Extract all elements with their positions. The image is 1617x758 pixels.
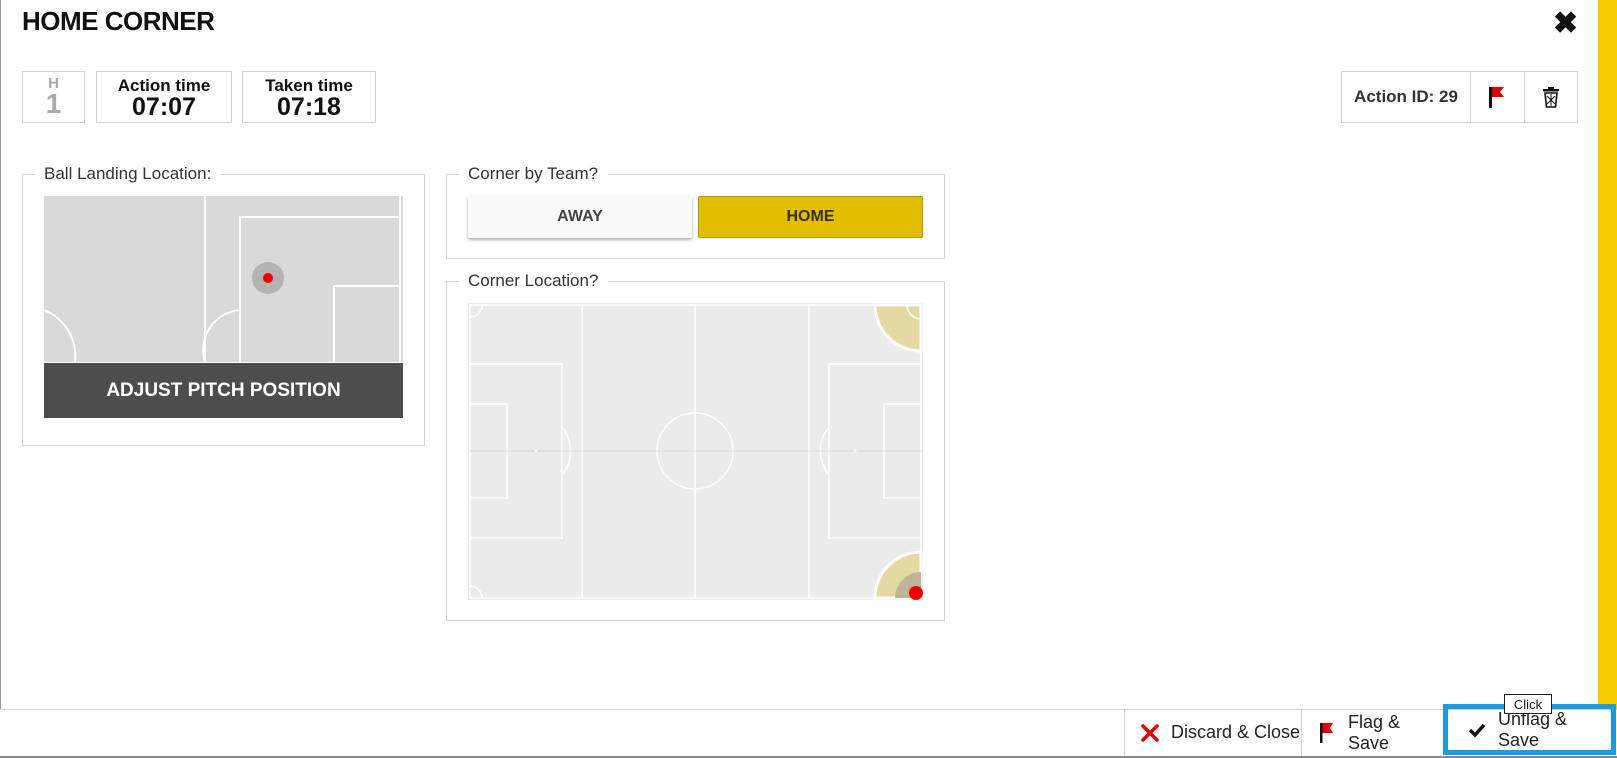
corner-team-legend: Corner by Team? xyxy=(468,164,599,183)
action-time-value: 07:07 xyxy=(132,93,196,121)
half-indicator: H 1 xyxy=(22,71,85,123)
discard-close-button[interactable]: Discard & Close xyxy=(1124,710,1301,755)
close-icon[interactable]: ✖ xyxy=(1553,6,1578,41)
ball-landing-legend: Ball Landing Location: xyxy=(44,164,212,183)
checkmark-icon xyxy=(1468,722,1486,738)
action-time-box[interactable]: Action time 07:07 xyxy=(96,71,232,123)
flag-button[interactable] xyxy=(1471,72,1524,122)
taken-time-label: Taken time xyxy=(265,76,353,95)
action-id: Action ID: 29 xyxy=(1342,72,1471,122)
flag-icon xyxy=(1489,87,1505,108)
taken-time-value: 07:18 xyxy=(277,93,341,121)
discard-close-label: Discard & Close xyxy=(1171,722,1301,742)
flag-save-label: Flag & Save xyxy=(1348,711,1401,753)
half-value: 1 xyxy=(45,88,62,119)
action-toolbar: Action ID: 29 xyxy=(1341,71,1578,123)
taken-time-box[interactable]: Taken time 07:18 xyxy=(242,71,376,123)
flag-save-button[interactable]: Flag & Save xyxy=(1301,710,1443,755)
unflag-save-label: Unflag & Save xyxy=(1498,708,1568,750)
corner-location-legend: Corner Location? xyxy=(468,271,599,290)
delete-button[interactable] xyxy=(1523,72,1578,122)
action-time-label: Action time xyxy=(117,76,211,95)
trash-icon xyxy=(1542,87,1559,108)
flag-icon xyxy=(1318,722,1336,744)
accent-strip xyxy=(1598,0,1617,710)
panel-border xyxy=(0,0,1,710)
click-tooltip: Click xyxy=(1504,694,1552,714)
ball-landing-pitch[interactable] xyxy=(44,196,403,362)
page-title: HOME CORNER xyxy=(22,6,215,36)
home-button[interactable]: HOME xyxy=(698,196,923,238)
corner-location-pitch[interactable] xyxy=(468,303,923,600)
x-icon xyxy=(1141,723,1159,742)
adjust-pitch-position-button[interactable]: ADJUST PITCH POSITION xyxy=(44,363,403,418)
away-button[interactable]: AWAY xyxy=(468,196,692,238)
